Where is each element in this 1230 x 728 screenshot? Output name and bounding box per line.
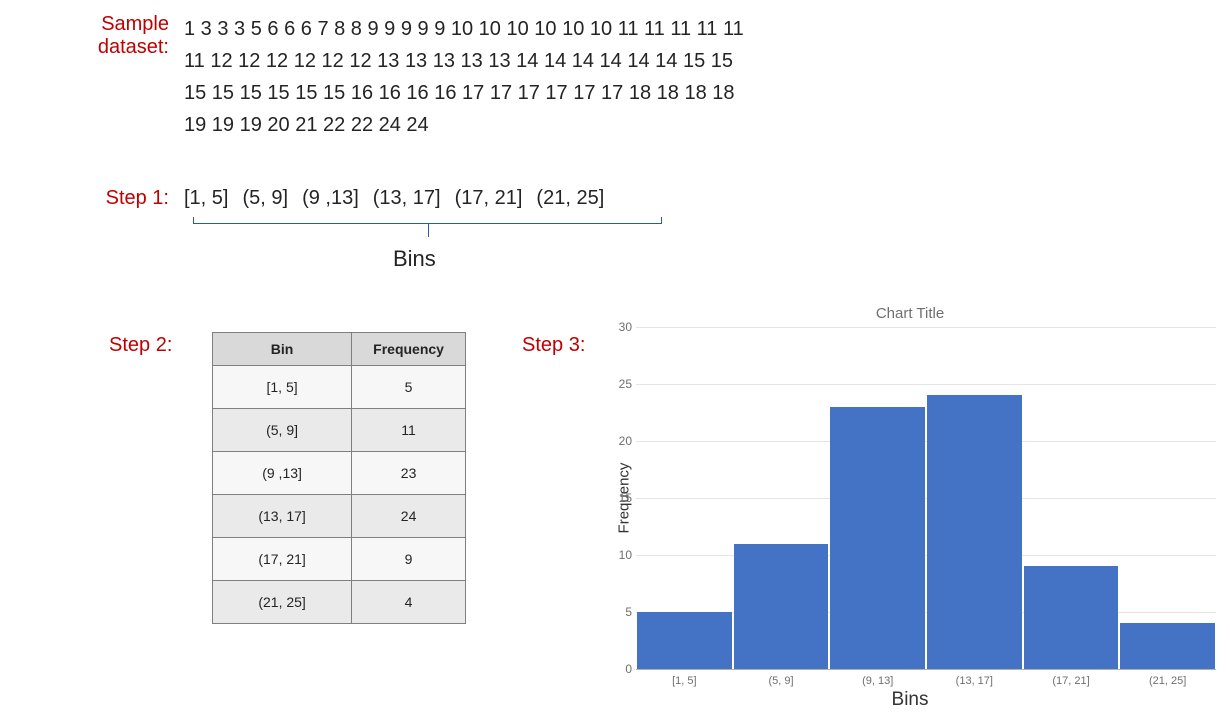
bar	[927, 395, 1022, 669]
label-step3: Step 3:	[522, 334, 585, 357]
cell-freq: 24	[352, 495, 466, 538]
bin-range: (13, 17]	[373, 187, 441, 209]
label-step1: Step 1:	[34, 187, 169, 210]
y-tick-label: 20	[606, 434, 632, 448]
gridline	[636, 498, 1216, 499]
label-sample-dataset: Sample dataset:	[34, 13, 169, 59]
frequency-table: Bin Frequency [1, 5]5(5, 9]11(9 ,13]23(1…	[212, 332, 466, 624]
y-tick-label: 10	[606, 548, 632, 562]
table-row: (5, 9]11	[213, 409, 466, 452]
bin-range: (21, 25]	[536, 187, 604, 209]
plot-area: Frequency 051015202530[1, 5](5, 9](9, 13…	[636, 327, 1216, 670]
gridline	[636, 327, 1216, 328]
cell-bin: (21, 25]	[213, 581, 352, 624]
bins-text: Bins	[393, 246, 436, 272]
cell-bin: (13, 17]	[213, 495, 352, 538]
cell-freq: 4	[352, 581, 466, 624]
th-bin: Bin	[213, 333, 352, 366]
y-tick-label: 30	[606, 320, 632, 334]
label-step2: Step 2:	[109, 334, 172, 357]
bin-range: (17, 21]	[455, 187, 523, 209]
bar	[734, 544, 829, 669]
table-row: (13, 17]24	[213, 495, 466, 538]
x-axis-label: Bins	[600, 689, 1220, 711]
histogram-chart: Chart Title Frequency 051015202530[1, 5]…	[600, 305, 1220, 725]
bin-range: (5, 9]	[242, 187, 288, 209]
cell-freq: 5	[352, 366, 466, 409]
cell-bin: (17, 21]	[213, 538, 352, 581]
cell-freq: 11	[352, 409, 466, 452]
dataset-values: 1 3 3 3 5 6 6 6 7 8 8 9 9 9 9 9 10 10 10…	[184, 13, 744, 141]
bar	[1024, 566, 1119, 669]
bin-range: (9 ,13]	[302, 187, 359, 209]
bar	[1120, 623, 1215, 669]
cell-freq: 9	[352, 538, 466, 581]
table-row: (9 ,13]23	[213, 452, 466, 495]
x-tick-label: (13, 17]	[956, 675, 993, 687]
y-tick-label: 0	[606, 662, 632, 676]
gridline	[636, 555, 1216, 556]
th-freq: Frequency	[352, 333, 466, 366]
x-tick-label: (21, 25]	[1149, 675, 1186, 687]
y-tick-label: 5	[606, 605, 632, 619]
cell-freq: 23	[352, 452, 466, 495]
gridline	[636, 384, 1216, 385]
table-row: [1, 5]5	[213, 366, 466, 409]
x-tick-label: (17, 21]	[1052, 675, 1089, 687]
bar	[830, 407, 925, 669]
table-row: (21, 25]4	[213, 581, 466, 624]
table-row: (17, 21]9	[213, 538, 466, 581]
x-tick-label: [1, 5]	[672, 675, 696, 687]
page: { "labels": { "sample_dataset": "Sample …	[0, 0, 1230, 728]
cell-bin: (5, 9]	[213, 409, 352, 452]
y-tick-label: 25	[606, 377, 632, 391]
x-tick-label: (9, 13]	[862, 675, 893, 687]
x-tick-label: (5, 9]	[768, 675, 793, 687]
brace-icon	[193, 215, 662, 249]
cell-bin: (9 ,13]	[213, 452, 352, 495]
cell-bin: [1, 5]	[213, 366, 352, 409]
bin-range: [1, 5]	[184, 187, 228, 209]
step1-bins-list: [1, 5] (5, 9] (9 ,13] (13, 17] (17, 21] (21, …	[184, 187, 618, 210]
chart-title: Chart Title	[600, 305, 1220, 322]
gridline	[636, 441, 1216, 442]
y-tick-label: 15	[606, 491, 632, 505]
bar	[637, 612, 732, 669]
